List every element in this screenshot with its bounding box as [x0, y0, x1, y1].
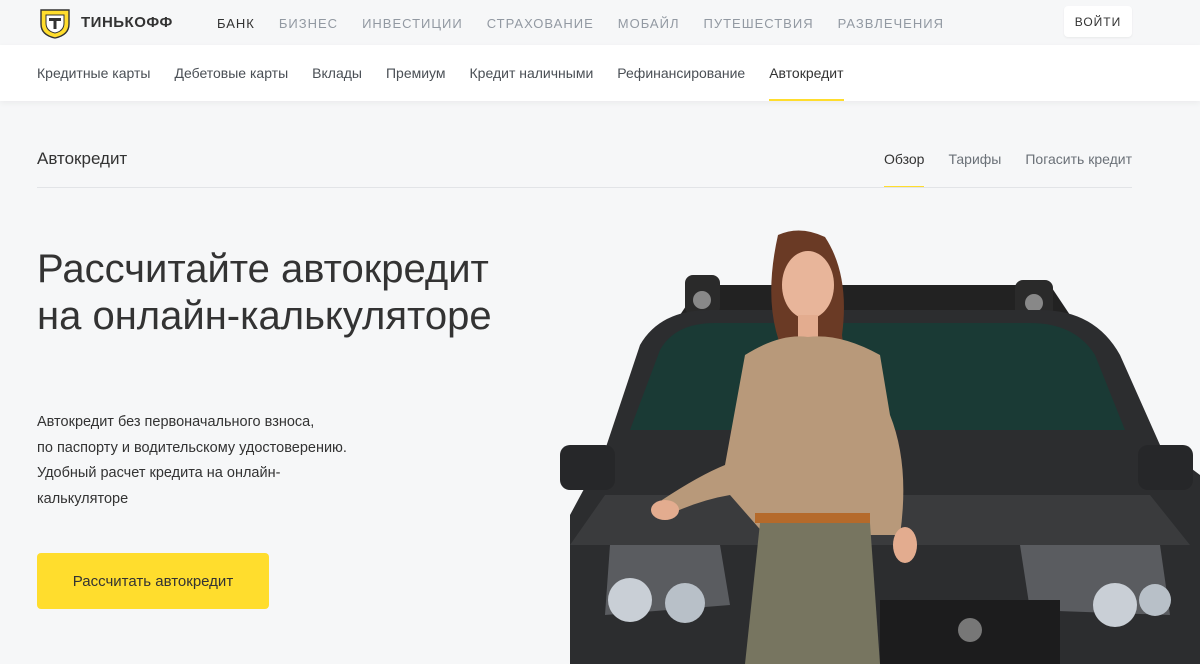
subnav-debit-cards[interactable]: Дебетовые карты: [174, 45, 288, 101]
sub-nav: Кредитные карты Дебетовые карты Вклады П…: [0, 45, 1200, 101]
hero-description-line: Автокредит без первоначального взноса,: [37, 414, 315, 430]
logo[interactable]: ТИНЬКОФФ: [37, 6, 173, 39]
hero-car-woman-image: [560, 230, 1200, 664]
section-tabs: Обзор Тарифы Погасить кредит: [860, 151, 1132, 188]
topnav-investments[interactable]: ИНВЕСТИЦИИ: [362, 16, 463, 31]
brand-name: ТИНЬКОФФ: [81, 14, 173, 31]
subnav-refinancing[interactable]: Рефинансирование: [617, 45, 745, 101]
subnav-cash-loan[interactable]: Кредит наличными: [470, 45, 594, 101]
hero-title: Рассчитайте автокредит на онлайн-калькул…: [37, 247, 492, 338]
top-bar: ТИНЬКОФФ БАНК БИЗНЕС ИНВЕСТИЦИИ СТРАХОВА…: [0, 0, 1200, 45]
hero-description-line: Удобный расчет кредита на онлайн-: [37, 465, 281, 481]
tab-overview[interactable]: Обзор: [884, 151, 925, 188]
calculate-auto-loan-button[interactable]: Рассчитать автокредит: [37, 553, 269, 609]
section-divider: [37, 187, 1132, 188]
hero-description-line: калькуляторе: [37, 490, 129, 507]
topnav-entertainment[interactable]: РАЗВЛЕЧЕНИЯ: [838, 16, 944, 31]
topnav-travel[interactable]: ПУТЕШЕСТВИЯ: [703, 16, 813, 31]
tab-repay-loan[interactable]: Погасить кредит: [1025, 151, 1132, 188]
tinkoff-emblem-icon: [40, 9, 70, 39]
top-nav: БАНК БИЗНЕС ИНВЕСТИЦИИ СТРАХОВАНИЕ МОБАЙ…: [217, 16, 968, 31]
subnav-deposits[interactable]: Вклады: [312, 45, 362, 101]
topnav-insurance[interactable]: СТРАХОВАНИЕ: [487, 16, 594, 31]
section-title: Автокредит: [37, 149, 128, 168]
tab-tariffs[interactable]: Тарифы: [948, 151, 1001, 188]
hero-description: Автокредит без первоначального взноса, п…: [37, 410, 377, 512]
topnav-bank[interactable]: БАНК: [217, 16, 255, 31]
subnav-credit-cards[interactable]: Кредитные карты: [37, 45, 150, 101]
login-button[interactable]: ВОЙТИ: [1064, 6, 1132, 37]
topnav-mobile[interactable]: МОБАЙЛ: [618, 16, 680, 31]
hero-description-line: по паспорту и водительскому удостоверени…: [37, 439, 347, 456]
subnav-premium[interactable]: Премиум: [386, 45, 446, 101]
subnav-auto-loan[interactable]: Автокредит: [769, 45, 844, 101]
topnav-business[interactable]: БИЗНЕС: [279, 16, 338, 31]
